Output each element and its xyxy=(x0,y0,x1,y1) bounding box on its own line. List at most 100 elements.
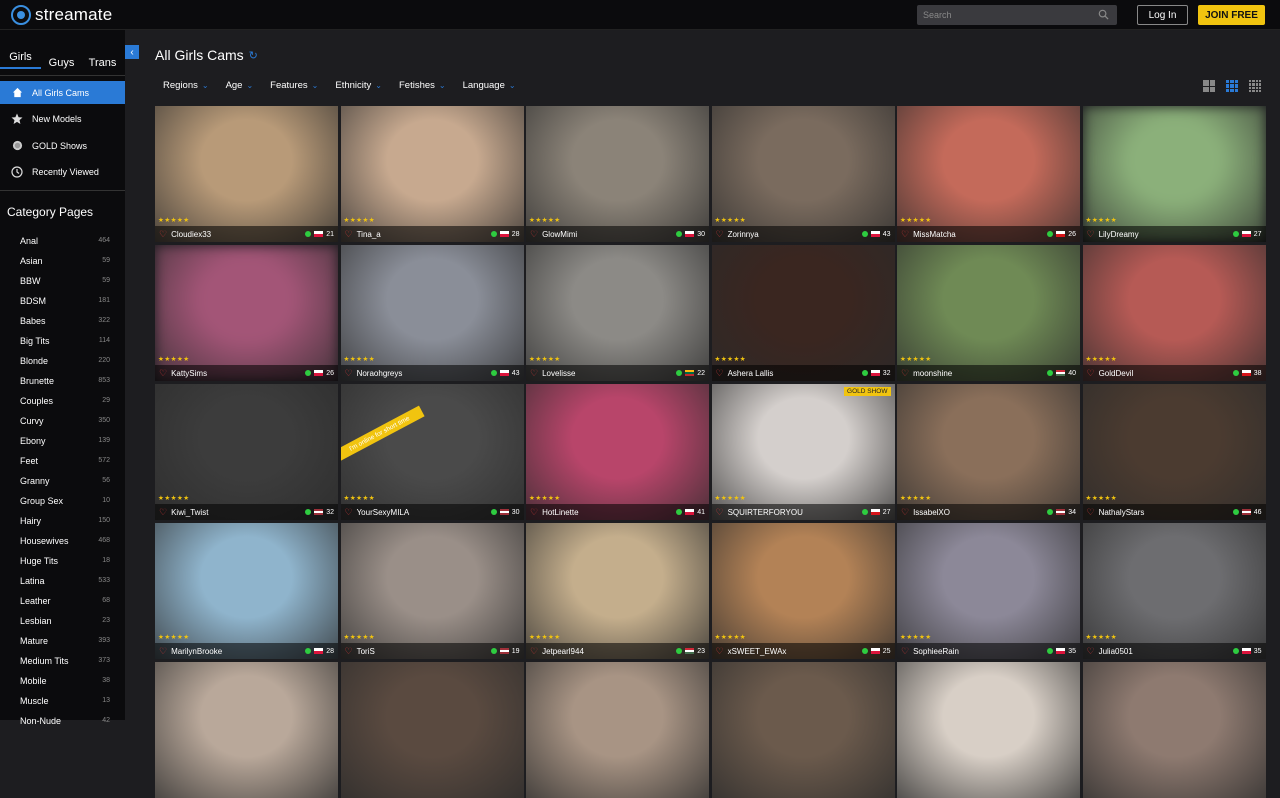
model-card[interactable]: ★★★★★ ♡ LilyDreamy 27 xyxy=(1082,106,1266,242)
search-icon[interactable] xyxy=(1098,9,1109,20)
model-card[interactable]: I'm online for short time ★★★★★ ♡ YourSexyM… xyxy=(340,384,524,520)
search-input[interactable] xyxy=(917,5,1117,25)
model-card[interactable]: ★★★★★ ♡ MarilynBrooke 28 xyxy=(155,523,338,659)
model-card[interactable] xyxy=(340,662,524,798)
heart-icon[interactable]: ♡ xyxy=(530,368,538,379)
filter-dropdown[interactable]: Features ⌄ xyxy=(270,80,318,91)
category-item[interactable]: Brunette 853 xyxy=(0,371,125,391)
category-item[interactable]: Leather 68 xyxy=(0,591,125,611)
category-item[interactable]: Muscle 13 xyxy=(0,691,125,711)
model-card[interactable] xyxy=(711,662,895,798)
heart-icon[interactable]: ♡ xyxy=(1087,646,1095,657)
category-item[interactable]: Granny 56 xyxy=(0,471,125,491)
category-item[interactable]: BBW 59 xyxy=(0,271,125,291)
model-card[interactable]: ★★★★★ ♡ NathalyStars 46 xyxy=(1082,384,1266,520)
heart-icon[interactable]: ♡ xyxy=(159,646,167,657)
category-item[interactable]: Housewives 468 xyxy=(0,531,125,551)
category-item[interactable]: Hairy 150 xyxy=(0,511,125,531)
heart-icon[interactable]: ♡ xyxy=(159,507,167,518)
filter-dropdown[interactable]: Ethnicity ⌄ xyxy=(335,80,382,91)
tab-girls[interactable]: Girls xyxy=(0,51,41,69)
model-card[interactable]: ★★★★★ ♡ Kiwi_Twist 32 xyxy=(155,384,338,520)
model-card[interactable]: ★★★★★ ♡ GoldDevil 38 xyxy=(1082,245,1266,381)
model-card[interactable]: ★★★★★ ♡ Noraohgreys 43 xyxy=(340,245,524,381)
filter-dropdown[interactable]: Language ⌄ xyxy=(463,80,516,91)
collapse-sidebar-button[interactable]: ‹ xyxy=(125,45,139,59)
model-card[interactable]: ★★★★★ ♡ IssabelXO 34 xyxy=(897,384,1080,520)
category-item[interactable]: Big Tits 114 xyxy=(0,331,125,351)
model-card[interactable] xyxy=(897,662,1080,798)
heart-icon[interactable]: ♡ xyxy=(530,646,538,657)
category-item[interactable]: Mature 393 xyxy=(0,631,125,651)
model-thumbnail[interactable] xyxy=(340,662,524,798)
category-item[interactable]: Group Sex 10 xyxy=(0,491,125,511)
category-item[interactable]: Curvy 350 xyxy=(0,411,125,431)
category-item[interactable]: Medium Tits 373 xyxy=(0,651,125,671)
refresh-icon[interactable]: ↻ xyxy=(249,49,258,62)
model-card[interactable]: ★★★★★ ♡ MissMatcha 26 xyxy=(897,106,1080,242)
model-card[interactable] xyxy=(526,662,709,798)
category-item[interactable]: Blonde 220 xyxy=(0,351,125,371)
heart-icon[interactable]: ♡ xyxy=(1087,368,1095,379)
model-thumbnail[interactable] xyxy=(897,662,1080,798)
nav-gold-shows[interactable]: GOLD Shows xyxy=(0,134,125,157)
category-item[interactable]: Huge Tits 18 xyxy=(0,551,125,571)
heart-icon[interactable]: ♡ xyxy=(901,646,909,657)
category-item[interactable]: Latina 533 xyxy=(0,571,125,591)
model-card[interactable]: ★★★★★ ♡ Tina_a 28 xyxy=(340,106,524,242)
nav-recently-viewed[interactable]: Recently Viewed xyxy=(0,161,125,184)
category-item[interactable]: Ebony 139 xyxy=(0,431,125,451)
model-card[interactable]: ★★★★★ ♡ Julia0501 35 xyxy=(1082,523,1266,659)
category-item[interactable]: Couples 29 xyxy=(0,391,125,411)
nav-new-models[interactable]: New Models xyxy=(0,108,125,131)
category-item[interactable]: Feet 572 xyxy=(0,451,125,471)
heart-icon[interactable]: ♡ xyxy=(901,229,909,240)
model-card[interactable]: ★★★★★ ♡ SophieeRain 35 xyxy=(897,523,1080,659)
heart-icon[interactable]: ♡ xyxy=(716,507,724,518)
heart-icon[interactable]: ♡ xyxy=(716,229,724,240)
model-card[interactable]: ★★★★★ ♡ HotLinette 41 xyxy=(526,384,709,520)
heart-icon[interactable]: ♡ xyxy=(345,646,353,657)
model-card[interactable]: ★★★★★ ♡ ToriS 19 xyxy=(340,523,524,659)
filter-dropdown[interactable]: Regions ⌄ xyxy=(163,80,209,91)
model-card[interactable]: ★★★★★ ♡ Cloudiex33 21 xyxy=(155,106,338,242)
model-thumbnail[interactable] xyxy=(526,662,709,798)
category-item[interactable]: Mobile 38 xyxy=(0,671,125,691)
model-card[interactable] xyxy=(155,662,338,798)
nav-all-girls-cams[interactable]: All Girls Cams xyxy=(0,81,125,104)
model-card[interactable]: ★★★★★ ♡ Ashera Lallis 32 xyxy=(711,245,895,381)
filter-dropdown[interactable]: Fetishes ⌄ xyxy=(399,80,446,91)
model-thumbnail[interactable] xyxy=(1082,662,1266,798)
model-card[interactable]: ★★★★★ ♡ Jetpearl944 23 xyxy=(526,523,709,659)
category-item[interactable]: Anal 464 xyxy=(0,231,125,251)
model-thumbnail[interactable] xyxy=(711,662,895,798)
filter-dropdown[interactable]: Age ⌄ xyxy=(226,80,254,91)
model-card[interactable]: ★★★★★ ♡ xSWEET_EWAx 25 xyxy=(711,523,895,659)
heart-icon[interactable]: ♡ xyxy=(530,229,538,240)
model-card[interactable]: ★★★★★ ♡ KattySims 26 xyxy=(155,245,338,381)
category-item[interactable]: Non-Nude 42 xyxy=(0,711,125,731)
login-button[interactable]: Log In xyxy=(1137,5,1188,25)
heart-icon[interactable]: ♡ xyxy=(530,507,538,518)
heart-icon[interactable]: ♡ xyxy=(345,229,353,240)
grid-medium-icon[interactable] xyxy=(1226,80,1238,92)
model-card[interactable]: ★★★★★ ♡ Zorinnya 43 xyxy=(711,106,895,242)
heart-icon[interactable]: ♡ xyxy=(345,507,353,518)
grid-large-icon[interactable] xyxy=(1203,80,1215,92)
model-card[interactable]: ★★★★★ ♡ Lovelisse 22 xyxy=(526,245,709,381)
model-card[interactable]: ★★★★★ ♡ moonshine 40 xyxy=(897,245,1080,381)
category-item[interactable]: Asian 59 xyxy=(0,251,125,271)
heart-icon[interactable]: ♡ xyxy=(345,368,353,379)
heart-icon[interactable]: ♡ xyxy=(1087,229,1095,240)
model-card[interactable]: GOLD SHOW ★★★★★ ♡ SQUIRTERFORYOU 27 xyxy=(711,384,895,520)
grid-small-icon[interactable] xyxy=(1249,80,1261,92)
join-free-button[interactable]: JOIN FREE xyxy=(1198,5,1265,25)
model-thumbnail[interactable] xyxy=(155,662,338,798)
category-item[interactable]: Babes 322 xyxy=(0,311,125,331)
heart-icon[interactable]: ♡ xyxy=(159,229,167,240)
heart-icon[interactable]: ♡ xyxy=(901,507,909,518)
category-item[interactable]: Lesbian 23 xyxy=(0,611,125,631)
tab-trans[interactable]: Trans xyxy=(82,57,123,69)
heart-icon[interactable]: ♡ xyxy=(716,646,724,657)
tab-guys[interactable]: Guys xyxy=(41,57,82,69)
